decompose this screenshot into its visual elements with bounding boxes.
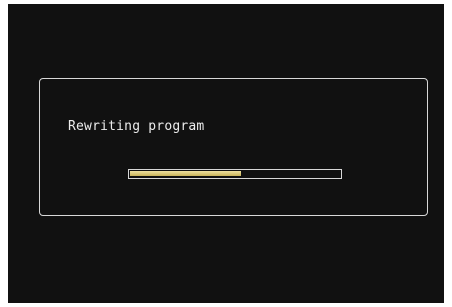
update-dialog: Rewriting program [39, 78, 428, 216]
progress-fill [130, 171, 242, 176]
status-message: Rewriting program [68, 119, 205, 134]
progress-bar [128, 169, 342, 179]
camera-screen: Rewriting program [8, 4, 444, 303]
